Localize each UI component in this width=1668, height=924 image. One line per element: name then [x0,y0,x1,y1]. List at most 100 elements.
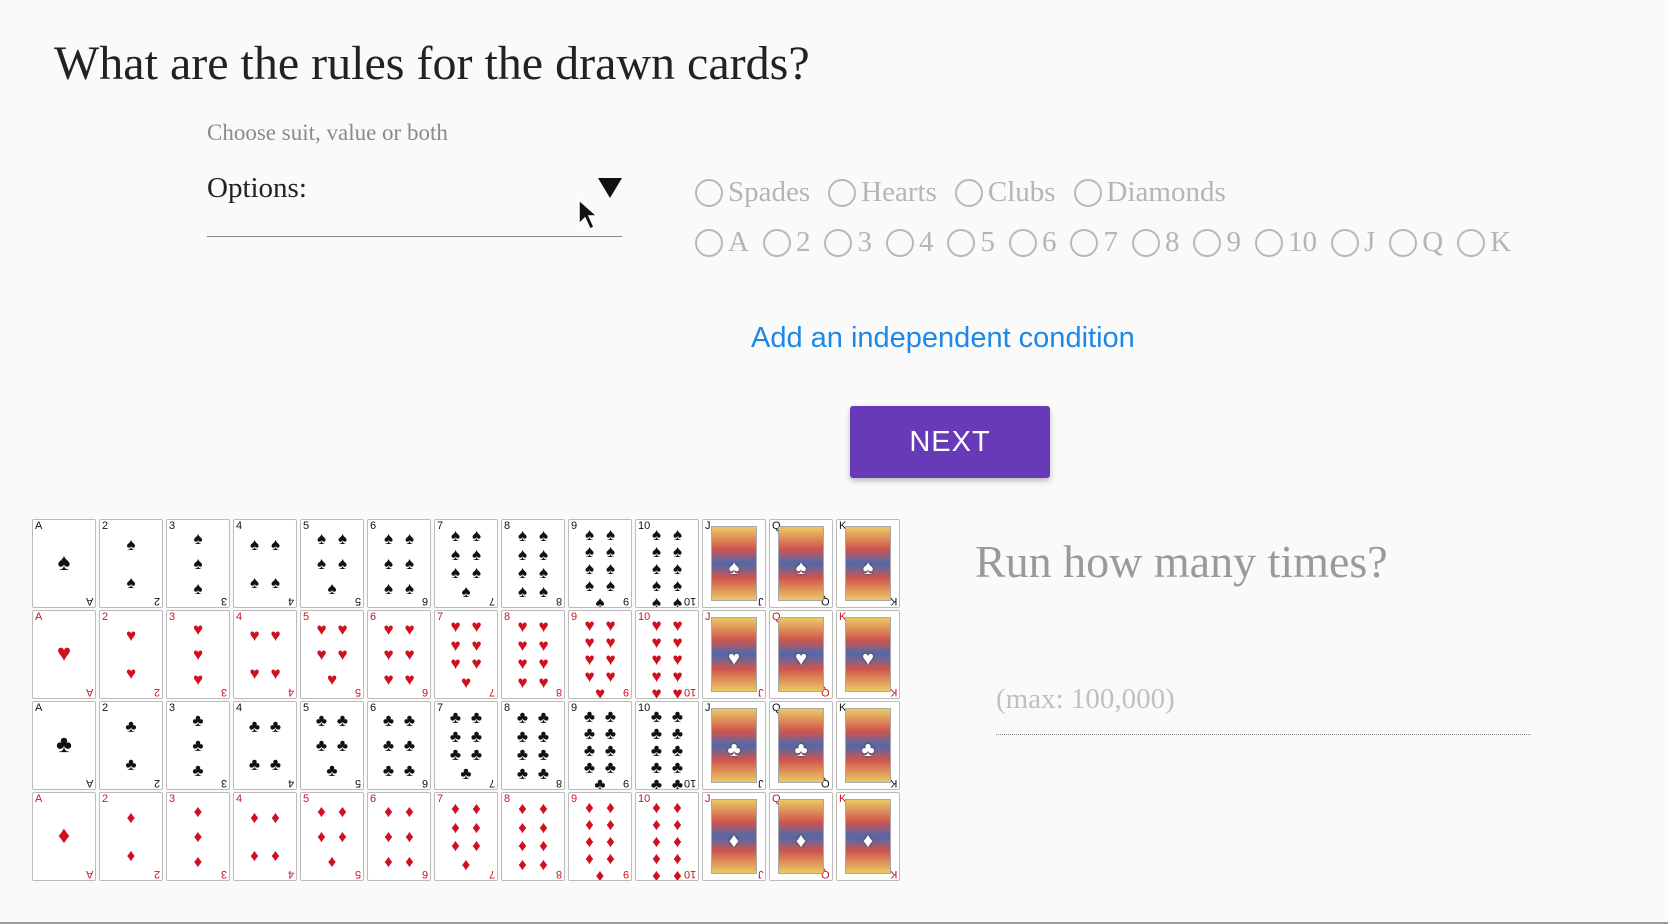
card-corner: 4 [287,777,294,789]
suit-radio-hearts[interactable]: Hearts [828,176,937,209]
card-4-of-spades: 4 4 ♠ ♠ ♠ ♠ [233,519,297,608]
card-corner: 9 [571,702,578,714]
rank-radio-a[interactable]: A [695,226,749,259]
card-corner: 7 [437,611,444,623]
card-corner: A [85,595,93,607]
rank-radio-k[interactable]: K [1457,226,1511,259]
spades-pips-icon: ♠ ♠ ♠ ♠ [249,535,280,592]
radio-circle-icon[interactable] [1193,228,1222,257]
card-corner: 4 [236,793,243,805]
deck-row-clubs: A A ♣ 2 2 ♣ ♣ 3 3 ♣ ♣ ♣ 4 4 ♣ ♣ ♣ ♣ 5 5 ♣ ♣ ♣ ♣ ♣ 6 6 ♣ ♣ ♣ ♣ ♣ ♣ 7 7 ♣ ♣ ♣ ♣ ♣… [32,701,903,792]
radio-circle-icon[interactable] [828,178,857,207]
card-j-of-spades: J J ♠ [702,519,766,608]
hearts-pips-icon: ♥ ♥ [125,626,137,683]
radio-circle-icon[interactable] [1008,228,1037,257]
hearts-pips-icon: ♥ ♥ ♥ ♥ ♥ ♥ ♥ ♥ [517,616,549,693]
card-corner: 4 [236,702,243,714]
rank-radio-5[interactable]: 5 [947,226,995,259]
card-corner: 5 [303,702,310,714]
radio-circle-icon[interactable] [695,228,723,257]
rank-radio-4[interactable]: 4 [885,226,933,259]
rank-radio-7[interactable]: 7 [1070,226,1118,259]
card-corner: 7 [437,793,444,805]
spades-pips-icon: ♠ ♠ ♠ ♠ ♠ ♠ [383,529,414,598]
rank-radio-6[interactable]: 6 [1008,226,1056,259]
suit-radio-diamonds[interactable]: Diamonds [1073,176,1226,209]
diamonds-pips-icon: ♦ ♦ ♦ ♦ [250,808,280,865]
card-corner: 4 [287,686,294,698]
card-8-of-spades: 8 8 ♠ ♠ ♠ ♠ ♠ ♠ ♠ ♠ [501,519,565,608]
face-card-portrait-icon: ♦ [711,799,757,874]
next-button[interactable]: NEXT [850,406,1050,478]
rank-radio-2[interactable]: 2 [762,226,810,259]
rank-radio-3[interactable]: 3 [824,226,872,259]
card-q-of-spades: Q Q ♠ [769,519,833,608]
options-select[interactable]: Options: [207,170,622,237]
radio-circle-icon[interactable] [762,228,791,257]
rank-radio-9[interactable]: 9 [1193,226,1241,259]
spades-icon: ♠ [795,557,807,579]
card-corner: 6 [421,868,428,880]
card-4-of-hearts: 4 4 ♥ ♥ ♥ ♥ [233,610,297,699]
face-card-portrait-icon: ♥ [778,617,824,692]
radio-circle-icon[interactable] [824,228,853,257]
card-corner: 9 [622,777,629,789]
card-corner: 8 [504,611,511,623]
radio-circle-icon[interactable] [1073,178,1102,207]
rank-radio-q[interactable]: Q [1389,226,1443,259]
rank-radio-10[interactable]: 10 [1254,226,1317,259]
hearts-pips-icon: ♥ ♥ ♥ ♥ ♥ ♥ ♥ ♥ ♥ ♥ [651,616,683,699]
clubs-pips-icon: ♣ ♣ ♣ ♣ ♣ [315,711,349,780]
card-corner: 7 [437,520,444,532]
spades-pips-icon: ♠ ♠ ♠ [193,529,203,598]
spades-pips-icon: ♠ ♠ ♠ ♠ ♠ [316,529,347,598]
radio-label: Q [1422,226,1444,258]
card-corner: 5 [354,595,361,607]
card-corner: 9 [571,520,578,532]
card-q-of-clubs: Q Q ♣ [769,701,833,790]
radio-circle-icon[interactable] [1254,228,1283,257]
radio-circle-icon[interactable] [1330,228,1359,257]
radio-label: 9 [1226,226,1241,258]
hearts-pips-icon: ♥ ♥ ♥ ♥ [249,626,281,683]
radio-label: Hearts [861,176,937,208]
radio-label: A [728,226,749,258]
triangle-down-icon[interactable] [598,178,622,198]
card-3-of-hearts: 3 3 ♥ ♥ ♥ [166,610,230,699]
card-5-of-diamonds: 5 5 ♦ ♦ ♦ ♦ ♦ [300,792,364,881]
add-independent-condition-link[interactable]: Add an independent condition [751,322,1135,355]
card-8-of-hearts: 8 8 ♥ ♥ ♥ ♥ ♥ ♥ ♥ ♥ [501,610,565,699]
radio-circle-icon[interactable] [1457,228,1486,257]
rank-radio-8[interactable]: 8 [1131,226,1179,259]
card-corner: 4 [287,595,294,607]
radio-circle-icon[interactable] [947,228,976,257]
rank-radio-j[interactable]: J [1330,226,1375,259]
card-corner: J [705,611,711,623]
card-corner: 6 [370,611,377,623]
card-corner: 5 [303,520,310,532]
card-corner: 6 [421,777,428,789]
suit-radio-spades[interactable]: Spades [695,176,810,209]
card-8-of-clubs: 8 8 ♣ ♣ ♣ ♣ ♣ ♣ ♣ ♣ [501,701,565,790]
radio-circle-icon[interactable] [954,178,983,207]
radio-label: 7 [1103,226,1118,258]
radio-circle-icon[interactable] [695,178,723,207]
card-3-of-spades: 3 3 ♠ ♠ ♠ [166,519,230,608]
card-2-of-hearts: 2 2 ♥ ♥ [99,610,163,699]
radio-circle-icon[interactable] [885,228,914,257]
card-corner: 3 [169,611,176,623]
card-corner: 6 [421,686,428,698]
run-count-input[interactable] [996,665,1531,735]
radio-circle-icon[interactable] [1131,228,1160,257]
face-card-portrait-icon: ♠ [845,526,891,601]
diamonds-icon: ♦ [862,830,874,852]
radio-circle-icon[interactable] [1389,228,1418,257]
card-corner: 8 [555,777,562,789]
suit-radio-clubs[interactable]: Clubs [954,176,1056,209]
radio-label: Spades [728,176,811,208]
card-corner: 6 [370,793,377,805]
radio-circle-icon[interactable] [1070,228,1099,257]
radio-label: Diamonds [1106,176,1226,208]
card-corner: J [757,595,764,607]
card-corner: 9 [571,793,578,805]
